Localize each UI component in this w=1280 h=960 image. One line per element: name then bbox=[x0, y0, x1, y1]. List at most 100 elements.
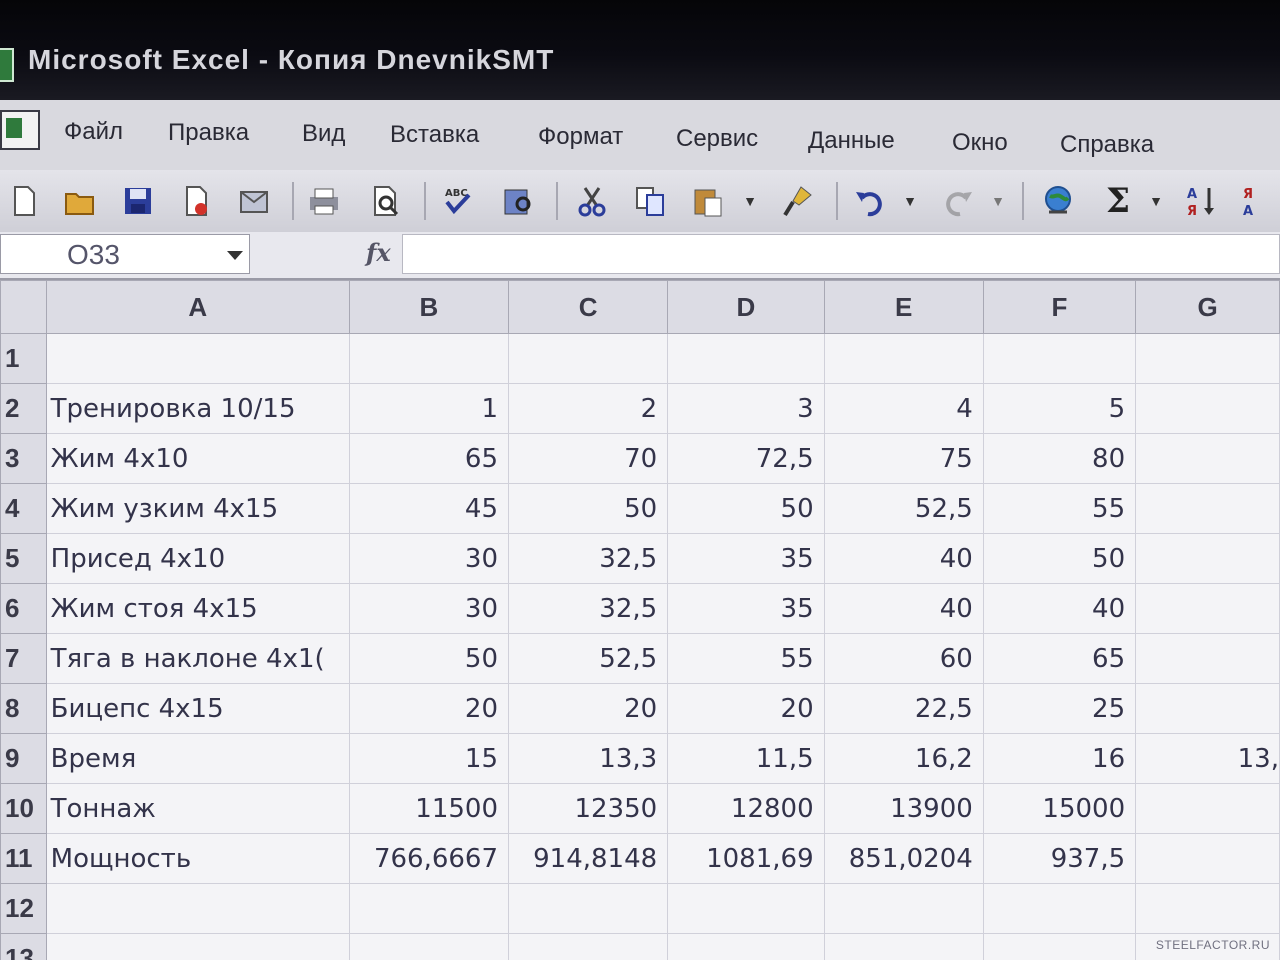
cell-c11[interactable]: 914,8148 bbox=[507, 833, 669, 884]
cell-c1[interactable] bbox=[507, 333, 669, 384]
row-header[interactable]: 13 bbox=[0, 933, 47, 960]
cell-d12[interactable] bbox=[667, 883, 825, 934]
cell-c12[interactable] bbox=[507, 883, 669, 934]
cell-e8[interactable]: 22,5 bbox=[823, 683, 984, 734]
row-header[interactable]: 1 bbox=[0, 333, 47, 384]
insert-function-button[interactable]: fx bbox=[366, 238, 391, 267]
cell-b3[interactable]: 65 bbox=[348, 433, 510, 484]
row-header[interactable]: 9 bbox=[0, 733, 47, 784]
cell-b2[interactable]: 1 bbox=[348, 383, 510, 434]
column-header-f[interactable]: F bbox=[982, 280, 1137, 334]
cell-c6[interactable]: 32,5 bbox=[507, 583, 669, 634]
undo-dropdown-icon[interactable]: ▼ bbox=[900, 182, 920, 220]
cell-c5[interactable]: 32,5 bbox=[507, 533, 669, 584]
row-header[interactable]: 2 bbox=[0, 383, 47, 434]
menu-window[interactable]: Окно bbox=[952, 129, 1008, 157]
cell-f1[interactable] bbox=[982, 333, 1137, 384]
cell-d13[interactable] bbox=[667, 933, 825, 960]
cell-c7[interactable]: 52,5 bbox=[507, 633, 669, 684]
cell-g12[interactable] bbox=[1135, 883, 1280, 934]
cell-g11[interactable] bbox=[1135, 833, 1280, 884]
cell-d1[interactable] bbox=[667, 333, 825, 384]
cell-b6[interactable]: 30 bbox=[348, 583, 510, 634]
row-header[interactable]: 6 bbox=[0, 583, 47, 634]
cell-a6[interactable]: Жим стоя 4х15 bbox=[45, 583, 350, 634]
cell-e3[interactable]: 75 bbox=[823, 433, 984, 484]
cell-b13[interactable] bbox=[348, 933, 510, 960]
cell-g1[interactable] bbox=[1135, 333, 1280, 384]
column-header-e[interactable]: E bbox=[823, 280, 984, 334]
cell-e12[interactable] bbox=[823, 883, 984, 934]
cell-g4[interactable] bbox=[1135, 483, 1280, 534]
cell-g2[interactable] bbox=[1135, 383, 1280, 434]
cell-d10[interactable]: 12800 bbox=[667, 783, 825, 834]
row-header[interactable]: 10 bbox=[0, 783, 47, 834]
formula-input[interactable] bbox=[402, 234, 1280, 274]
cell-b8[interactable]: 20 bbox=[348, 683, 510, 734]
cell-e11[interactable]: 851,0204 bbox=[823, 833, 984, 884]
cell-b9[interactable]: 15 bbox=[348, 733, 510, 784]
redo-icon[interactable] bbox=[940, 182, 976, 220]
cell-g7[interactable] bbox=[1135, 633, 1280, 684]
undo-icon[interactable] bbox=[852, 182, 888, 220]
cell-c2[interactable]: 2 bbox=[507, 383, 669, 434]
cell-d8[interactable]: 20 bbox=[667, 683, 825, 734]
cell-d5[interactable]: 35 bbox=[667, 533, 825, 584]
cell-d11[interactable]: 1081,69 bbox=[667, 833, 825, 884]
row-header[interactable]: 11 bbox=[0, 833, 47, 884]
cell-b5[interactable]: 30 bbox=[348, 533, 510, 584]
sort-ascending-icon[interactable]: АЯ bbox=[1184, 182, 1220, 220]
paste-dropdown-icon[interactable]: ▼ bbox=[740, 182, 760, 220]
cut-icon[interactable] bbox=[574, 182, 610, 220]
cell-a2[interactable]: Тренировка 10/15 bbox=[45, 383, 350, 434]
redo-dropdown-icon[interactable]: ▼ bbox=[988, 182, 1008, 220]
menu-insert[interactable]: Вставка bbox=[390, 121, 479, 149]
cell-a1[interactable] bbox=[45, 333, 350, 384]
spelling-icon[interactable]: ABC bbox=[440, 182, 476, 220]
column-header-d[interactable]: D bbox=[667, 280, 825, 334]
cell-b4[interactable]: 45 bbox=[348, 483, 510, 534]
permission-icon[interactable] bbox=[178, 182, 214, 220]
cell-a3[interactable]: Жим 4х10 bbox=[45, 433, 350, 484]
column-header-c[interactable]: C bbox=[507, 280, 669, 334]
cell-g3[interactable] bbox=[1135, 433, 1280, 484]
cell-f4[interactable]: 55 bbox=[982, 483, 1137, 534]
cell-f3[interactable]: 80 bbox=[982, 433, 1137, 484]
cell-g9[interactable]: 13, bbox=[1135, 733, 1280, 784]
cell-e10[interactable]: 13900 bbox=[823, 783, 984, 834]
cell-e2[interactable]: 4 bbox=[823, 383, 984, 434]
menu-tools[interactable]: Сервис bbox=[676, 125, 758, 153]
cell-g5[interactable] bbox=[1135, 533, 1280, 584]
cell-g6[interactable] bbox=[1135, 583, 1280, 634]
menu-format[interactable]: Формат bbox=[538, 123, 623, 151]
cell-c8[interactable]: 20 bbox=[507, 683, 669, 734]
workbook-control-icon[interactable] bbox=[0, 110, 40, 150]
sort-descending-icon[interactable]: ЯА bbox=[1240, 182, 1276, 220]
cell-a13[interactable] bbox=[45, 933, 350, 960]
cell-b1[interactable] bbox=[348, 333, 510, 384]
cell-f13[interactable] bbox=[982, 933, 1137, 960]
autosum-icon[interactable]: Σ bbox=[1100, 181, 1136, 221]
email-icon[interactable] bbox=[236, 182, 272, 220]
cell-f12[interactable] bbox=[982, 883, 1137, 934]
new-icon[interactable] bbox=[6, 182, 42, 220]
cell-c13[interactable] bbox=[507, 933, 669, 960]
row-header[interactable]: 5 bbox=[0, 533, 47, 584]
cell-b12[interactable] bbox=[348, 883, 510, 934]
menu-view[interactable]: Вид bbox=[302, 120, 345, 148]
cell-f11[interactable]: 937,5 bbox=[982, 833, 1137, 884]
cell-b7[interactable]: 50 bbox=[348, 633, 510, 684]
cell-d6[interactable]: 35 bbox=[667, 583, 825, 634]
row-header[interactable]: 8 bbox=[0, 683, 47, 734]
cell-b10[interactable]: 11500 bbox=[348, 783, 510, 834]
cell-b11[interactable]: 766,6667 bbox=[348, 833, 510, 884]
research-icon[interactable] bbox=[500, 182, 536, 220]
cell-a11[interactable]: Мощность bbox=[45, 833, 350, 884]
cell-a12[interactable] bbox=[45, 883, 350, 934]
copy-icon[interactable] bbox=[632, 182, 668, 220]
cell-e13[interactable] bbox=[823, 933, 984, 960]
cell-f5[interactable]: 50 bbox=[982, 533, 1137, 584]
name-box[interactable]: O33 bbox=[0, 234, 250, 274]
cell-e1[interactable] bbox=[823, 333, 984, 384]
paste-icon[interactable] bbox=[690, 182, 726, 220]
